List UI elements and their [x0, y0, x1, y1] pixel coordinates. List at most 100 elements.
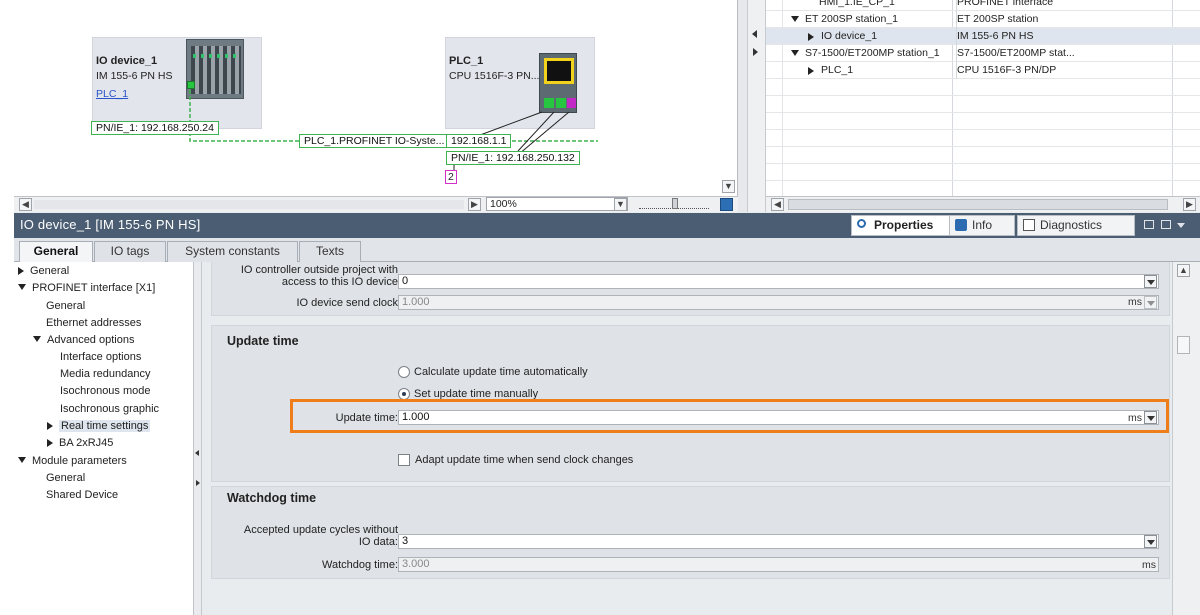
io-system-label[interactable]: PLC_1.PROFINET IO-Syste... [299, 134, 450, 148]
tab-texts[interactable]: Texts [299, 241, 361, 262]
collapse-left-icon[interactable] [752, 30, 757, 38]
io-controller-outside-select[interactable]: 0 [398, 274, 1159, 289]
io-controller-outside-dropdown[interactable] [1144, 275, 1157, 288]
table-row[interactable]: S7-1500/ET200MP station_1 S7-1500/ET200M… [766, 45, 1200, 62]
properties-nav-tree[interactable]: General PROFINET interface [X1] General … [14, 262, 194, 615]
tab-properties[interactable]: Properties [851, 215, 955, 236]
collapse-right-icon[interactable] [196, 480, 200, 486]
maximize-icon[interactable] [1161, 220, 1171, 229]
scroll-up-button[interactable]: ▲ [1177, 264, 1190, 277]
nav-item-interface-options[interactable]: Interface options [60, 349, 141, 365]
collapse-left-icon[interactable] [195, 450, 199, 456]
collapse-arrow-icon[interactable] [791, 16, 799, 22]
zoom-select[interactable]: 100% [486, 197, 628, 211]
nav-item-mp-general[interactable]: General [46, 470, 85, 486]
nav-item-profinet-interface[interactable]: PROFINET interface [X1] [18, 280, 155, 296]
table-row[interactable] [766, 130, 1200, 147]
zoom-slider-handle[interactable] [672, 198, 678, 209]
nav-splitter[interactable] [194, 262, 202, 615]
overview-scrollbar[interactable]: ◀ ▶ [766, 196, 1200, 212]
expand-arrow-icon[interactable] [18, 267, 24, 275]
nav-item-general[interactable]: General [18, 263, 69, 279]
content-vertical-scrollbar[interactable]: ▲ [1172, 262, 1200, 615]
table-row[interactable] [766, 113, 1200, 130]
radio-calculate-automatically[interactable] [398, 366, 410, 378]
tab-diagnostics-label: Diagnostics [1040, 218, 1103, 232]
accepted-cycles-select[interactable]: 3 [398, 534, 1159, 549]
table-row[interactable]: ET 200SP station_1 ET 200SP station [766, 11, 1200, 28]
watchdog-section: Watchdog time Accepted update cycles wit… [211, 486, 1170, 579]
table-row[interactable]: PLC_1 CPU 1516F-3 PN/DP [766, 62, 1200, 79]
table-row[interactable]: HMI_1.IE_CP_1 PROFINET interface [766, 0, 1200, 11]
expand-arrow-icon[interactable] [808, 67, 814, 75]
scroll-thumb[interactable] [1177, 336, 1190, 354]
nav-item-label: Module parameters [32, 455, 127, 467]
watchdog-header: Watchdog time [227, 491, 317, 505]
nav-item-label: General [46, 472, 86, 484]
watchdog-time-field: 3.000 [398, 557, 1159, 572]
nav-item-isochronous-graphic[interactable]: Isochronous graphic [60, 401, 159, 417]
scroll-thumb[interactable] [788, 199, 1168, 210]
table-row-selected[interactable]: IO device_1 IM 155-6 PN HS [766, 28, 1200, 45]
nav-item-label: Interface options [60, 351, 142, 363]
nav-item-advanced-options[interactable]: Advanced options [33, 332, 134, 348]
menu-chevron-icon[interactable] [1177, 223, 1185, 228]
nav-item-media-redundancy[interactable]: Media redundancy [60, 366, 151, 382]
float-window-icon[interactable] [1144, 220, 1154, 229]
accepted-cycles-dropdown[interactable] [1144, 535, 1157, 548]
plc-io-system-address[interactable]: 192.168.1.1 [446, 134, 512, 148]
splitter-strip[interactable] [748, 0, 766, 212]
tab-diagnostics[interactable]: Diagnostics [1017, 215, 1135, 236]
tab-info[interactable]: Info [949, 215, 1015, 236]
tab-io-tags[interactable]: IO tags [94, 241, 166, 262]
network-view-statusbar: ◀ ▶ 100% ▼ [14, 196, 738, 212]
plc-address-label[interactable]: PN/IE_1: 192.168.250.132 [446, 151, 580, 165]
magnifier-icon [857, 219, 866, 228]
nav-item-isochronous-mode[interactable]: Isochronous mode [60, 383, 151, 399]
tab-general[interactable]: General [19, 241, 93, 263]
collapse-arrow-icon[interactable] [18, 284, 26, 290]
send-clock-unit: ms [1128, 296, 1142, 308]
network-vertical-scrollbar[interactable]: ▼ [722, 0, 748, 212]
collapse-right-icon[interactable] [753, 48, 758, 56]
table-row[interactable] [766, 147, 1200, 164]
adapt-update-time-checkbox[interactable] [398, 454, 410, 466]
scroll-down-button[interactable]: ▼ [722, 180, 735, 193]
collapse-arrow-icon[interactable] [33, 336, 41, 342]
nav-item-real-time-settings[interactable]: Real time settings [47, 418, 151, 434]
table-row[interactable] [766, 181, 1200, 196]
nav-item-ba-2xrj45[interactable]: BA 2xRJ45 [47, 435, 113, 451]
scroll-left-button[interactable]: ◀ [771, 198, 784, 211]
send-clock-field: 1.000 [398, 295, 1159, 310]
io-controller-outside-label: IO controller outside project with acces… [241, 264, 398, 288]
nav-item-label: Isochronous mode [60, 385, 151, 397]
nav-item-ethernet-addresses[interactable]: Ethernet addresses [46, 315, 141, 331]
expand-arrow-icon[interactable] [47, 439, 53, 447]
collapse-arrow-icon[interactable] [18, 457, 26, 463]
diagnostics-icon [1023, 219, 1035, 231]
scroll-right-button[interactable]: ▶ [468, 198, 481, 211]
expand-arrow-icon[interactable] [808, 33, 814, 41]
nav-item-pn-general[interactable]: General [46, 298, 85, 314]
radio-calculate-automatically-label[interactable]: Calculate update time automatically [414, 366, 588, 378]
nav-item-module-parameters[interactable]: Module parameters [18, 453, 127, 469]
table-row[interactable] [766, 79, 1200, 96]
label-line-2: access to this IO device [281, 276, 398, 288]
nav-item-label-selected: Real time settings [59, 420, 151, 432]
device-overview-table[interactable]: HMI_1.IE_CP_1 PROFINET interface ET 200S… [766, 0, 1200, 196]
scroll-left-button[interactable]: ◀ [19, 198, 32, 211]
overview-navigation-icon[interactable] [720, 198, 733, 211]
plc-port-number-badge[interactable]: 2 [445, 170, 457, 184]
adapt-update-time-label[interactable]: Adapt update time when send clock change… [415, 454, 633, 466]
expand-arrow-icon[interactable] [47, 422, 53, 430]
table-row[interactable] [766, 96, 1200, 113]
zoom-dropdown-button[interactable]: ▼ [614, 198, 627, 211]
network-view-canvas[interactable]: IO device_1 IM 155-6 PN HS PLC_1 PLC_1 C… [14, 0, 738, 196]
nav-item-shared-device[interactable]: Shared Device [46, 487, 118, 503]
collapse-arrow-icon[interactable] [791, 50, 799, 56]
table-row[interactable] [766, 164, 1200, 181]
io-device-address-label[interactable]: PN/IE_1: 192.168.250.24 [91, 121, 219, 135]
scroll-right-button[interactable]: ▶ [1183, 198, 1196, 211]
horizontal-scrollbar[interactable] [34, 200, 464, 209]
tab-system-constants[interactable]: System constants [167, 241, 298, 262]
